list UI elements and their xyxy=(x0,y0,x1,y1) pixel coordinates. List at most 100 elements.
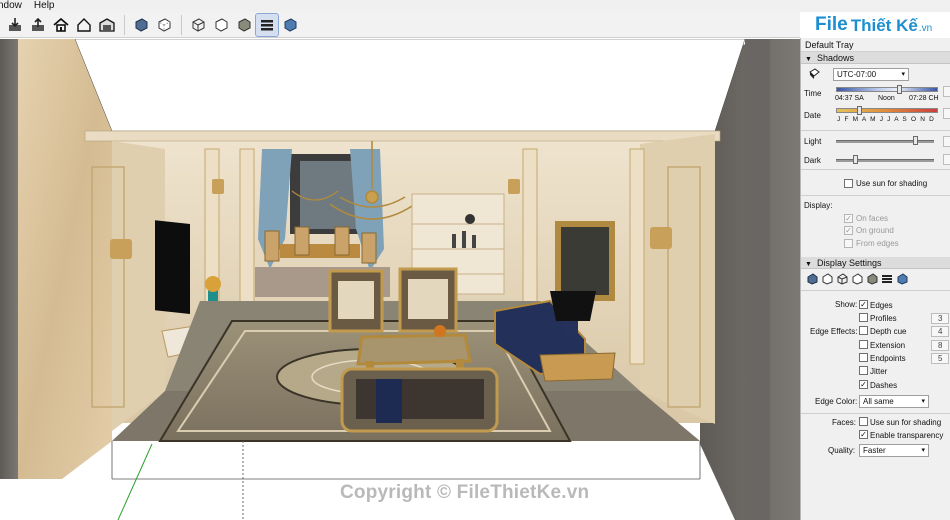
share-model-icon[interactable] xyxy=(27,14,49,36)
tray-title: Default Tray xyxy=(801,38,950,52)
dark-slider-thumb[interactable] xyxy=(853,155,858,164)
house-icon[interactable] xyxy=(50,14,72,36)
time-slider-thumb[interactable] xyxy=(897,85,902,94)
column xyxy=(629,148,645,365)
on-faces-checkbox[interactable]: ✓ xyxy=(844,214,853,223)
divider xyxy=(801,130,950,131)
endpoints-label: Endpoints xyxy=(870,354,906,363)
quality-dropdown[interactable]: Faster ▾ xyxy=(859,444,929,457)
endpoints-checkbox[interactable] xyxy=(859,353,868,362)
use-sun-shading-checkbox[interactable] xyxy=(859,417,868,426)
armchair xyxy=(328,269,384,333)
style-icons-row xyxy=(806,273,908,285)
xray-icon[interactable] xyxy=(130,14,152,36)
crown-molding xyxy=(84,130,721,142)
divider xyxy=(801,195,950,196)
dark-value-field[interactable]: 2 xyxy=(943,154,950,165)
xray-icon[interactable] xyxy=(806,273,818,285)
depth-cue-label: Depth cue xyxy=(870,327,907,336)
profiles-value-field[interactable]: 3 xyxy=(931,313,949,324)
right-marble-pillar xyxy=(745,39,770,520)
house-outline-icon[interactable] xyxy=(73,14,95,36)
hidden-line-icon[interactable] xyxy=(210,14,232,36)
menu-help[interactable]: Help xyxy=(34,0,55,12)
logo-text-vn: .vn xyxy=(918,23,933,34)
date-label: Date xyxy=(804,111,821,120)
monochrome-icon[interactable] xyxy=(279,14,301,36)
sofa-front xyxy=(340,367,499,433)
column xyxy=(239,148,255,320)
on-faces-label: On faces xyxy=(856,214,889,223)
use-sun-label: Use sun for shading xyxy=(856,179,928,188)
dining-chair xyxy=(264,230,280,262)
date-slider-track[interactable] xyxy=(836,108,938,113)
collapse-arrow-icon: ▼ xyxy=(805,261,812,268)
edges-checkbox[interactable]: ✓ xyxy=(859,300,868,309)
dining-chair xyxy=(294,226,310,256)
toolbar-separator xyxy=(124,14,125,35)
light-slider-thumb[interactable] xyxy=(913,136,918,145)
time-value-field[interactable]: 1 xyxy=(943,86,950,97)
display-settings-label: Display Settings xyxy=(816,258,882,268)
television xyxy=(155,220,190,314)
time-min-label: 04:37 SA xyxy=(835,95,864,102)
light-value-field[interactable]: 8 xyxy=(943,136,950,147)
time-noon-label: Noon xyxy=(878,95,895,102)
enable-transparency-checkbox[interactable]: ✓ xyxy=(859,430,868,439)
shaded-icon[interactable] xyxy=(866,273,878,285)
collapse-arrow-icon: ▼ xyxy=(805,56,812,63)
light-slider-track[interactable] xyxy=(836,140,934,143)
extension-checkbox[interactable] xyxy=(859,340,868,349)
extension-value-field[interactable]: 8 xyxy=(931,340,949,351)
from-edges-label: From edges xyxy=(856,239,899,248)
chevron-down-icon: ▾ xyxy=(901,71,905,78)
from-edges-checkbox[interactable] xyxy=(844,239,853,248)
shaded-with-textures-icon[interactable] xyxy=(881,273,893,285)
edges-label: Edges xyxy=(870,301,893,310)
dashes-checkbox[interactable]: ✓ xyxy=(859,380,868,389)
use-sun-shading-label: Use sun for shading xyxy=(870,418,942,427)
profiles-checkbox[interactable] xyxy=(859,313,868,322)
depth-cue-checkbox[interactable] xyxy=(859,326,868,335)
chevron-down-icon: ▾ xyxy=(921,398,925,405)
date-slider-thumb[interactable] xyxy=(857,106,862,115)
depth-cue-value-field[interactable]: 4 xyxy=(931,326,949,337)
shadows-header-label: Shadows xyxy=(816,53,854,63)
timezone-dropdown[interactable]: UTC-07:00 ▾ xyxy=(833,68,909,81)
wall-sconce xyxy=(110,239,132,259)
dining-chair xyxy=(334,226,350,256)
edge-effects-label: Edge Effects: xyxy=(810,327,858,336)
shaded-with-textures-icon[interactable] xyxy=(255,12,279,37)
time-slider-track[interactable] xyxy=(836,87,938,92)
jitter-checkbox[interactable] xyxy=(859,366,868,375)
edge-color-dropdown[interactable]: All same ▾ xyxy=(859,395,929,408)
left-marble-pillar xyxy=(18,39,112,479)
enable-transparency-label: Enable transparency xyxy=(870,431,944,440)
get-models-icon[interactable] xyxy=(4,14,26,36)
show-label: Show: xyxy=(835,300,858,309)
use-sun-checkbox[interactable] xyxy=(844,179,853,188)
dark-label: Dark xyxy=(804,156,821,165)
monochrome-icon[interactable] xyxy=(896,273,908,285)
display-settings-header[interactable]: ▼ Display Settings xyxy=(801,257,950,269)
wireframe-icon[interactable] xyxy=(836,273,848,285)
logo-text-thietke: Thiết Kế xyxy=(850,16,918,35)
menu-window[interactable]: ndow xyxy=(0,0,22,12)
shaded-icon[interactable] xyxy=(233,14,255,36)
endpoints-value-field[interactable]: 5 xyxy=(931,353,949,364)
warehouse-icon[interactable] xyxy=(96,14,118,36)
armchair xyxy=(398,267,458,333)
back-edges-icon[interactable] xyxy=(821,273,833,285)
wireframe-icon[interactable] xyxy=(187,14,209,36)
shadows-panel-header[interactable]: ▼ Shadows xyxy=(801,52,950,64)
back-edges-icon[interactable] xyxy=(153,14,175,36)
jitter-label: Jitter xyxy=(870,367,888,376)
date-value-field[interactable]: 0 xyxy=(943,108,950,119)
divider xyxy=(801,290,950,291)
hidden-line-icon[interactable] xyxy=(851,273,863,285)
dark-slider-track[interactable] xyxy=(836,159,934,162)
dashes-label: Dashes xyxy=(870,381,898,390)
model-viewport[interactable]: Copyright © FileThietKe.vn xyxy=(0,39,800,520)
shadow-toggle-icon[interactable] xyxy=(808,68,820,80)
on-ground-checkbox[interactable]: ✓ xyxy=(844,226,853,235)
